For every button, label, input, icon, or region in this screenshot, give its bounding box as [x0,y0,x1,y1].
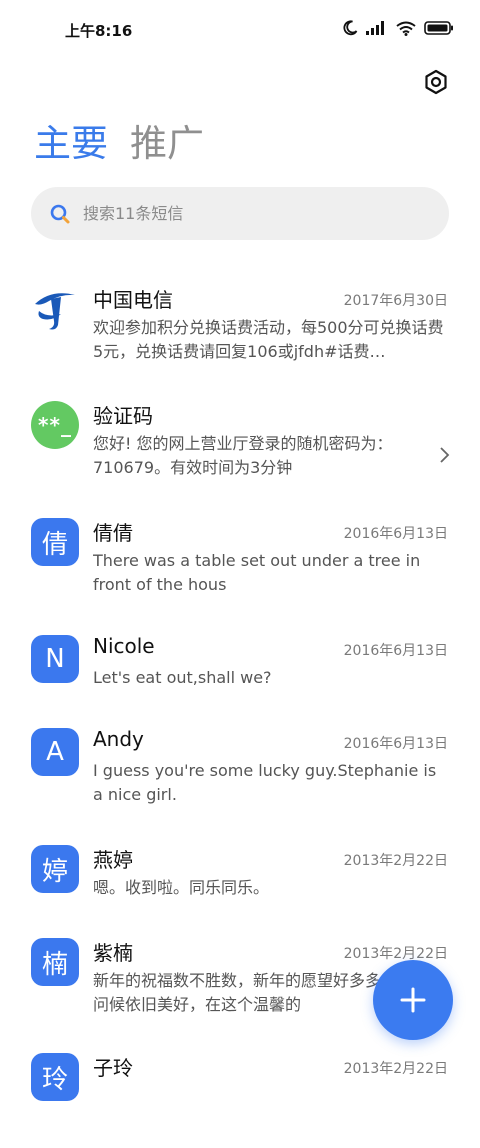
message-date: 2013年2月22日 [343,946,448,962]
message-preview: 您好! 您的网上营业厅登录的随机密码为：710679。有效时间为3分钟 [93,434,393,477]
message-preview: 欢迎参加积分兑换话费活动，每500分可兑换话费5元，兑换话费请回复106或jfd… [93,318,444,361]
message-date: 2013年2月22日 [343,853,448,869]
new-message-button[interactable] [373,960,453,1040]
sender-name: 验证码 [93,404,153,428]
china-telecom-logo [31,285,79,333]
status-bar: 上午8:16 [0,0,480,62]
search-bar[interactable] [31,187,449,240]
message-date: 2013年2月22日 [343,1061,448,1077]
conversation-item[interactable]: 倩 倩倩 2016年6月13日 There was a table set ou… [0,503,480,613]
settings-button[interactable] [420,66,452,98]
sender-name: Andy [93,727,144,751]
search-input[interactable] [81,203,415,224]
message-date: 2016年6月13日 [343,736,448,752]
message-date: 2017年6月30日 [343,293,448,309]
chevron-right-icon[interactable] [438,446,450,464]
sender-name: 子玲 [93,1056,133,1080]
avatar: A [31,728,79,776]
category-tabs: 主要 推广 [34,118,204,170]
message-preview: Let's eat out,shall we? [93,668,272,687]
telecom-logo-icon [35,293,75,330]
avatar: 玲 [31,1053,79,1101]
avatar: **_ [31,401,79,449]
message-date: 2016年6月13日 [343,526,448,542]
message-preview: There was a table set out under a tree i… [93,551,421,594]
avatar: 楠 [31,938,79,986]
status-time: 上午8:16 [65,22,133,40]
conversation-item[interactable]: 玲 子玲 2013年2月22日 [0,1038,480,1148]
sender-name: 紫楠 [93,941,133,965]
conversation-item[interactable]: A Andy 2016年6月13日 I guess you're some lu… [0,713,480,823]
message-preview: 嗯。收到啦。同乐同乐。 [93,878,270,897]
search-icon [50,204,70,223]
sender-name: 燕婷 [93,848,133,872]
tab-promotions[interactable]: 推广 [130,118,204,170]
signal-icon [366,21,384,35]
sender-name: 中国电信 [93,288,173,312]
moon-icon [343,20,358,36]
tab-primary[interactable]: 主要 [34,118,108,170]
settings-hexagon-icon [425,69,447,95]
message-preview: I guess you're some lucky guy.Stephanie … [93,761,437,804]
avatar: 婷 [31,845,79,893]
battery-icon [424,21,453,35]
conversation-item[interactable]: **_ 验证码 您好! 您的网上营业厅登录的随机密码为：710679。有效时间为… [0,386,480,496]
sender-name: 倩倩 [93,521,133,545]
plus-icon [400,987,426,1013]
conversation-item[interactable]: 中国电信 2017年6月30日 欢迎参加积分兑换话费活动，每500分可兑换话费5… [0,270,480,380]
message-date: 2016年6月13日 [343,643,448,659]
avatar: N [31,635,79,683]
avatar: 倩 [31,518,79,566]
wifi-icon [396,21,416,36]
sender-name: Nicole [93,634,155,658]
status-icons [342,20,454,36]
